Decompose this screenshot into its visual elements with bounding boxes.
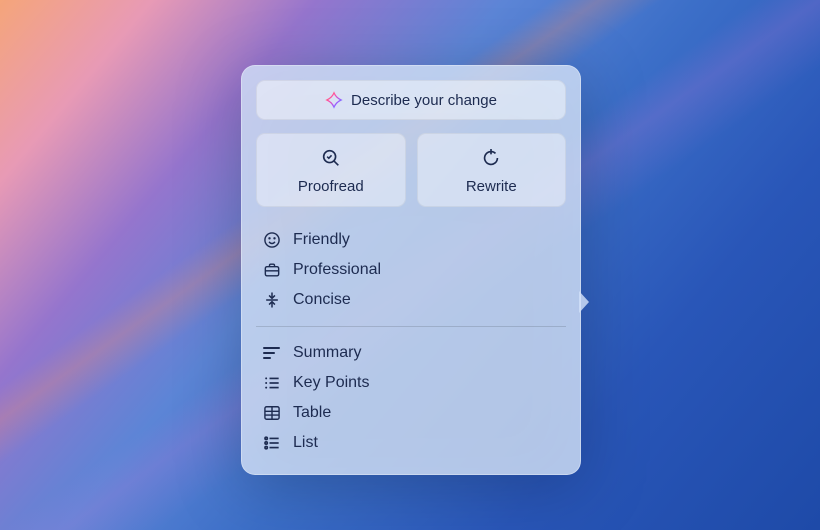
list-option[interactable]: List xyxy=(260,428,562,458)
keypoints-option[interactable]: Key Points xyxy=(260,368,562,398)
rewrite-label: Rewrite xyxy=(466,178,517,195)
apple-intelligence-icon xyxy=(325,91,343,109)
describe-change-label: Describe your change xyxy=(351,92,497,109)
rewrite-icon xyxy=(480,147,502,169)
keypoints-label: Key Points xyxy=(293,374,369,392)
proofread-label: Proofread xyxy=(298,178,364,195)
tone-section: Friendly Professional Concise xyxy=(256,223,566,317)
bullet-list-icon xyxy=(262,373,282,393)
describe-change-button[interactable]: Describe your change xyxy=(256,80,566,120)
primary-actions: Proofread Rewrite xyxy=(256,133,566,207)
list-icon xyxy=(262,433,282,453)
rewrite-button[interactable]: Rewrite xyxy=(417,133,567,207)
list-label: List xyxy=(293,434,318,452)
magnifier-check-icon xyxy=(320,147,342,169)
proofread-button[interactable]: Proofread xyxy=(256,133,406,207)
summary-option[interactable]: Summary xyxy=(260,338,562,368)
popover-caret xyxy=(579,291,589,313)
table-icon xyxy=(262,403,282,423)
writing-tools-popover: Describe your change Proofread Rewrite xyxy=(241,65,581,475)
summary-icon xyxy=(262,343,282,363)
table-label: Table xyxy=(293,404,331,422)
table-option[interactable]: Table xyxy=(260,398,562,428)
smiley-icon xyxy=(262,230,282,250)
compress-icon xyxy=(262,290,282,310)
summary-label: Summary xyxy=(293,344,361,362)
professional-option[interactable]: Professional xyxy=(260,255,562,285)
concise-label: Concise xyxy=(293,291,351,309)
friendly-option[interactable]: Friendly xyxy=(260,225,562,255)
briefcase-icon xyxy=(262,260,282,280)
concise-option[interactable]: Concise xyxy=(260,285,562,315)
friendly-label: Friendly xyxy=(293,231,350,249)
professional-label: Professional xyxy=(293,261,381,279)
format-section: Summary Key Points Table xyxy=(256,336,566,460)
section-divider xyxy=(256,326,566,327)
